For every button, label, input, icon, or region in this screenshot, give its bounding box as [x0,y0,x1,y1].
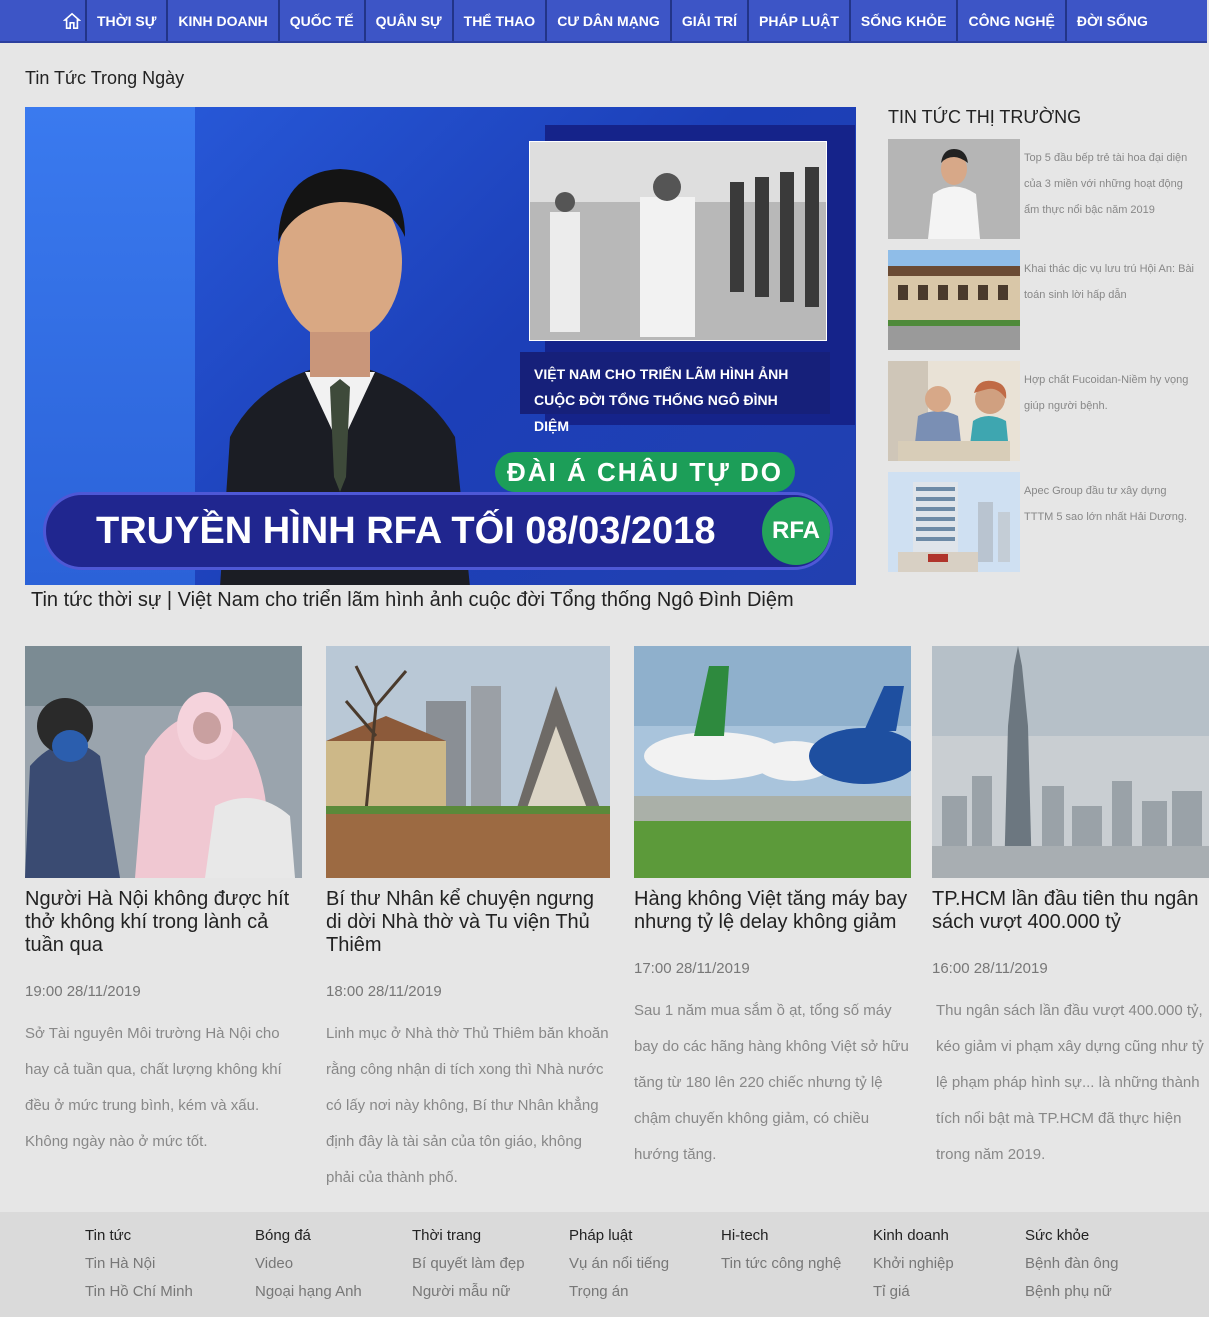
rfa-logo: RFA [762,497,830,565]
news-card-title[interactable]: Bí thư Nhân kể chuyện ngưng di dời Nhà t… [326,888,610,957]
footer-link[interactable]: Vụ án nổi tiếng [569,1254,669,1282]
station-label: ĐÀI Á CHÂU TỰ DO [495,452,795,492]
nav-item-doi-song[interactable]: ĐỜI SỐNG [1067,0,1158,41]
hero-caption-box: VIỆT NAM CHO TRIỂN LÃM HÌNH ẢNH CUỘC ĐỜI… [520,352,830,434]
news-card[interactable]: Bí thư Nhân kể chuyện ngưng di dời Nhà t… [326,646,610,1196]
footer-heading[interactable]: Thời trang [412,1226,525,1254]
nav-item-giai-tri[interactable]: GIẢI TRÍ [672,0,750,41]
hero-caption-line2: CUỘC ĐỜI TỔNG THỐNG NGÔ ĐÌNH DIỆM [534,392,778,434]
sidebar-item-text[interactable]: Hợp chất Fucoidan-Niềm hy vọng giúp ngườ… [1024,367,1198,419]
footer-heading[interactable]: Pháp luật [569,1226,669,1254]
footer-column: Tin tức Tin Hà Nội Tin Hồ Chí Minh [85,1226,193,1310]
footer-link[interactable]: Tỉ giá [873,1282,954,1310]
sidebar-item-text[interactable]: Khai thác dịc vụ lưu trú Hội An: Bài toá… [1024,256,1198,308]
hero-banner-text: TRUYỀN HÌNH RFA TỐI 08/03/2018 [96,509,716,552]
footer-heading[interactable]: Kinh doanh [873,1226,954,1254]
footer-column: Kinh doanh Khởi nghiệp Tỉ giá [873,1226,954,1310]
news-card-desc: Thu ngân sách lần đầu vượt 400.000 tỷ, k… [936,1002,1204,1163]
hero-banner: TRUYỀN HÌNH RFA TỐI 08/03/2018 RFA [43,492,833,570]
nav-item-quan-su[interactable]: QUÂN SỰ [366,0,454,41]
historic-photo [529,141,827,341]
news-card-desc: Sau 1 năm mua sắm ồ ạt, tổng số máy bay … [634,1002,909,1163]
footer-column: Sức khỏe Bệnh đàn ông Bệnh phụ nữ [1025,1226,1118,1310]
news-card[interactable]: Hàng không Việt tăng máy bay nhưng tỷ lệ… [634,646,911,1173]
news-card[interactable]: Người Hà Nội không được hít thở không kh… [25,646,302,1160]
nav-item-cu-dan-mang[interactable]: CƯ DÂN MẠNG [547,0,672,41]
news-card-date: 19:00 28/11/2019 [25,983,141,1000]
sidebar-item[interactable]: Apec Group đầu tư xây dựng TTTM 5 sao lớ… [888,472,1198,572]
footer-link[interactable]: Video [255,1254,362,1282]
sidebar-thumbnail [888,139,1020,239]
nav-item-the-thao[interactable]: THỂ THAO [454,0,548,41]
footer-column: Thời trang Bí quyết làm đẹp Người mẫu nữ [412,1226,525,1310]
footer-link[interactable]: Tin Hồ Chí Minh [85,1282,193,1310]
news-card-date: 18:00 28/11/2019 [326,983,442,1000]
news-card-image[interactable] [634,646,911,878]
news-card-date: 17:00 28/11/2019 [634,960,750,977]
sidebar-thumbnail [888,250,1020,350]
nav-item-thoi-su[interactable]: THỜI SỰ [87,0,169,41]
footer-heading[interactable]: Tin tức [85,1226,193,1254]
home-button[interactable] [0,0,87,41]
footer-link[interactable]: Tin tức công nghệ [721,1254,841,1282]
nav-item-song-khoe[interactable]: SỐNG KHỎE [851,0,959,41]
hero-caption-line1: VIỆT NAM CHO TRIỂN LÃM HÌNH ẢNH [534,366,789,382]
sidebar-thumbnail [888,361,1020,461]
top-nav: THỜI SỰ KINH DOANH QUỐC TẾ QUÂN SỰ THỂ T… [0,0,1207,43]
footer-heading[interactable]: Sức khỏe [1025,1226,1118,1254]
news-card[interactable]: TP.HCM lần đầu tiên thu ngân sách vượt 4… [932,646,1209,1173]
page-title: Tin Tức Trong Ngày [25,68,185,88]
nav-item-cong-nghe[interactable]: CÔNG NGHỆ [958,0,1067,41]
footer-heading[interactable]: Hi-tech [721,1226,841,1254]
news-card-date: 16:00 28/11/2019 [932,960,1048,977]
news-card-image[interactable] [326,646,610,878]
footer-link[interactable]: Ngoại hạng Anh [255,1282,362,1310]
footer-link[interactable]: Trọng án [569,1282,669,1310]
nav-item-phap-luat[interactable]: PHÁP LUẬT [749,0,851,41]
hero-image[interactable]: VIỆT NAM CHO TRIỂN LÃM HÌNH ẢNH CUỘC ĐỜI… [25,107,856,585]
sidebar-item-text[interactable]: Apec Group đầu tư xây dựng TTTM 5 sao lớ… [1024,478,1198,530]
hero-headline-link[interactable]: Tin tức thời sự | Việt Nam cho triển lãm… [31,589,794,612]
sidebar-item-text[interactable]: Top 5 đầu bếp trẻ tài hoa đại diện của 3… [1024,145,1198,223]
footer-link[interactable]: Khởi nghiệp [873,1254,954,1282]
nav-item-quoc-te[interactable]: QUỐC TẾ [280,0,366,41]
news-card-image[interactable] [932,646,1209,878]
news-card-desc: Sở Tài nguyên Môi trường Hà Nội cho hay … [25,1025,282,1150]
news-card-desc: Linh mục ở Nhà thờ Thủ Thiêm băn khoăn r… [326,1025,609,1186]
news-card-image[interactable] [25,646,302,878]
footer-heading[interactable]: Bóng đá [255,1226,362,1254]
sidebar-title: TIN TỨC THỊ TRƯỜNG [888,107,1082,127]
sidebar-item[interactable]: Top 5 đầu bếp trẻ tài hoa đại diện của 3… [888,139,1198,239]
nav-item-kinh-doanh[interactable]: KINH DOANH [168,0,280,41]
news-card-title[interactable]: TP.HCM lần đầu tiên thu ngân sách vượt 4… [932,888,1209,934]
footer: Tin tức Tin Hà Nội Tin Hồ Chí Minh Bóng … [0,1212,1209,1317]
footer-column: Hi-tech Tin tức công nghệ [721,1226,841,1282]
footer-link[interactable]: Bệnh phụ nữ [1025,1282,1118,1310]
home-icon [63,12,81,29]
footer-link[interactable]: Tin Hà Nội [85,1254,193,1282]
sidebar-thumbnail [888,472,1020,572]
sidebar-item[interactable]: Hợp chất Fucoidan-Niềm hy vọng giúp ngườ… [888,361,1198,461]
news-card-title[interactable]: Người Hà Nội không được hít thở không kh… [25,888,302,957]
footer-link[interactable]: Người mẫu nữ [412,1282,525,1310]
footer-link[interactable]: Bí quyết làm đẹp [412,1254,525,1282]
footer-link[interactable]: Bệnh đàn ông [1025,1254,1118,1282]
sidebar-item[interactable]: Khai thác dịc vụ lưu trú Hội An: Bài toá… [888,250,1198,350]
footer-column: Pháp luật Vụ án nổi tiếng Trọng án [569,1226,669,1310]
footer-column: Bóng đá Video Ngoại hạng Anh [255,1226,362,1310]
news-card-title[interactable]: Hàng không Việt tăng máy bay nhưng tỷ lệ… [634,888,911,934]
